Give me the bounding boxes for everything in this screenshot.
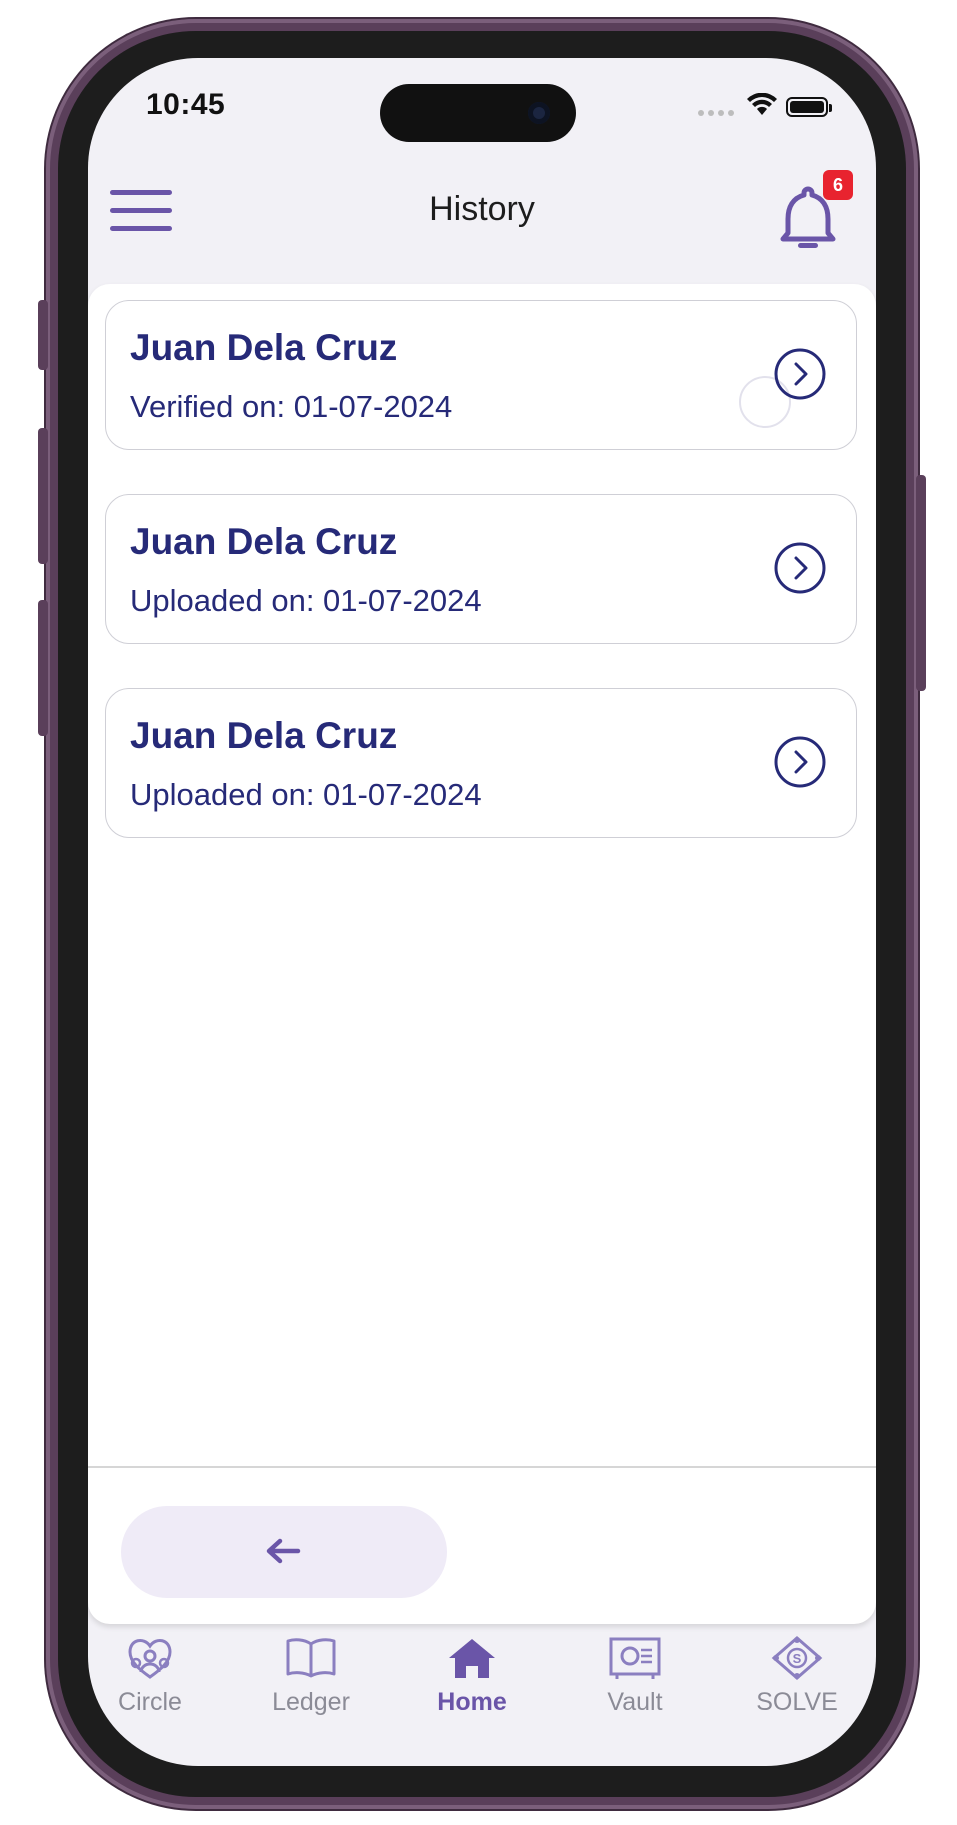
divider <box>88 1466 876 1468</box>
tab-label: SOLVE <box>756 1688 838 1716</box>
battery-icon <box>786 97 832 117</box>
cellular-signal-icon <box>698 110 734 116</box>
tab-label: Home <box>437 1688 507 1716</box>
power-button <box>916 475 926 691</box>
card-status: Verified on: 01-07-2024 <box>130 389 453 424</box>
back-button[interactable] <box>121 1506 447 1598</box>
card-name: Juan Dela Cruz <box>130 715 398 756</box>
volume-up-button <box>38 428 48 564</box>
arrow-left-icon <box>266 1538 301 1564</box>
history-card[interactable]: Juan Dela Cruz Verified on: 01-07-2024 <box>105 300 857 450</box>
tab-label: Circle <box>118 1688 182 1716</box>
screen: 10:45 History 6 Juan Dela Cruz Verified … <box>88 58 876 1766</box>
tab-label: Ledger <box>272 1688 350 1716</box>
card-name: Juan Dela Cruz <box>130 521 398 562</box>
card-status: Uploaded on: 01-07-2024 <box>130 777 482 812</box>
tab-label: Vault <box>607 1688 663 1716</box>
circle-people-icon <box>128 1639 172 1679</box>
status-time: 10:45 <box>146 88 226 121</box>
volume-down-button <box>38 600 48 736</box>
chevron-right-circle-icon[interactable] <box>774 736 826 788</box>
svg-text:S: S <box>793 1651 802 1666</box>
card-status: Uploaded on: 01-07-2024 <box>130 583 482 618</box>
solve-icon: S <box>771 1636 823 1680</box>
vault-icon <box>609 1637 661 1679</box>
dynamic-island <box>380 84 576 142</box>
home-icon <box>449 1639 495 1678</box>
action-button <box>38 300 48 370</box>
camera-icon <box>528 102 550 124</box>
tab-vault[interactable]: Vault <box>560 1636 710 1717</box>
tab-home[interactable]: Home <box>397 1636 547 1717</box>
card-name: Juan Dela Cruz <box>130 327 398 368</box>
wifi-icon <box>747 93 777 115</box>
history-card[interactable]: Juan Dela Cruz Uploaded on: 01-07-2024 <box>105 688 857 838</box>
bottom-navigation: Circle Ledger Home Vault S SOLVE <box>88 1636 876 1766</box>
notification-badge: 6 <box>823 170 853 200</box>
chevron-right-circle-icon[interactable] <box>774 542 826 594</box>
history-card[interactable]: Juan Dela Cruz Uploaded on: 01-07-2024 <box>105 494 857 644</box>
tab-solve[interactable]: S SOLVE <box>722 1636 872 1717</box>
history-panel: Juan Dela Cruz Verified on: 01-07-2024 J… <box>88 284 876 1624</box>
tab-ledger[interactable]: Ledger <box>236 1636 386 1717</box>
book-icon <box>286 1638 336 1678</box>
page-title: History <box>429 190 535 228</box>
chevron-right-circle-icon[interactable] <box>774 348 826 400</box>
tab-circle[interactable]: Circle <box>88 1636 225 1717</box>
